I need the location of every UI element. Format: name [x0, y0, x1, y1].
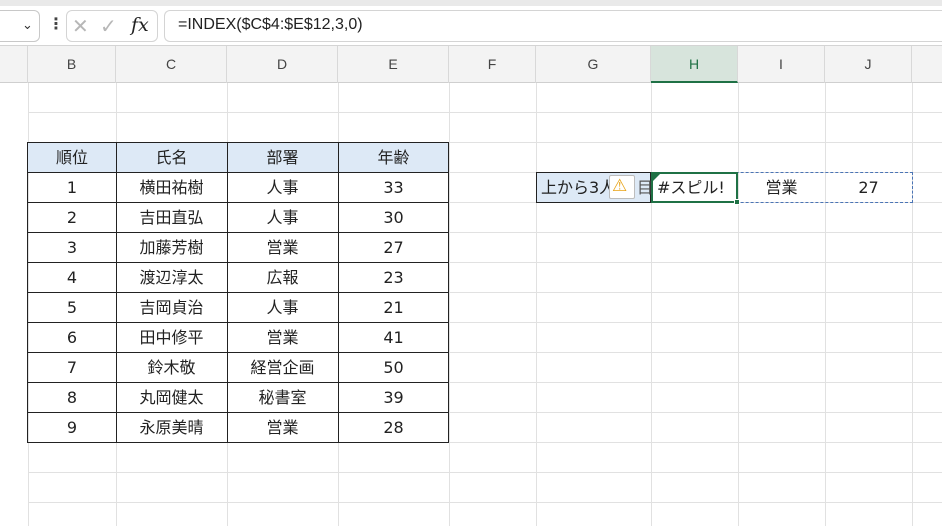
table-border [27, 382, 449, 383]
column-header-j[interactable]: J [825, 46, 912, 83]
row-header-corner[interactable] [0, 46, 28, 83]
table-border [27, 172, 449, 173]
column-header-g[interactable]: G [536, 46, 651, 83]
table-border [27, 322, 449, 323]
gridline [28, 472, 942, 473]
cell-i5[interactable]: 営業 [738, 172, 825, 203]
table-border [27, 352, 449, 353]
column-header-b[interactable]: B [28, 46, 116, 83]
fill-handle[interactable] [734, 199, 740, 205]
column-header-h[interactable]: H [651, 46, 738, 83]
enter-check-icon[interactable]: ✓ [100, 14, 117, 38]
gridline [449, 83, 450, 526]
gridline [651, 83, 652, 526]
insert-function-icon[interactable]: fx [131, 14, 149, 36]
cell-g5-text: 上から3人目 [541, 178, 611, 197]
column-header-f[interactable]: F [449, 46, 536, 83]
cell-h5-text: #スピル! [657, 178, 725, 197]
more-options-icon[interactable]: ⋮ [48, 14, 64, 33]
chevron-down-icon[interactable]: ⌄ [22, 18, 33, 33]
gridline [28, 502, 942, 503]
table-border [27, 292, 449, 293]
formula-text: =INDEX($C$4:$E$12,3,0) [178, 16, 363, 33]
table-border [27, 262, 449, 263]
cancel-icon[interactable]: ✕ [72, 14, 89, 38]
column-header-e[interactable]: E [338, 46, 449, 83]
table-border [27, 202, 449, 203]
gridline [28, 112, 942, 113]
column-header-i[interactable]: I [738, 46, 825, 83]
gridline [536, 83, 537, 526]
gridline [912, 83, 913, 526]
cell-j5[interactable]: 27 [825, 172, 912, 203]
gridline [825, 83, 826, 526]
name-box[interactable] [0, 10, 40, 42]
column-header-d[interactable]: D [227, 46, 338, 83]
gridline [738, 83, 739, 526]
table-border [27, 232, 449, 233]
column-header-c[interactable]: C [116, 46, 227, 83]
warning-icon[interactable]: ⚠ [612, 176, 627, 196]
table-border [27, 412, 449, 413]
